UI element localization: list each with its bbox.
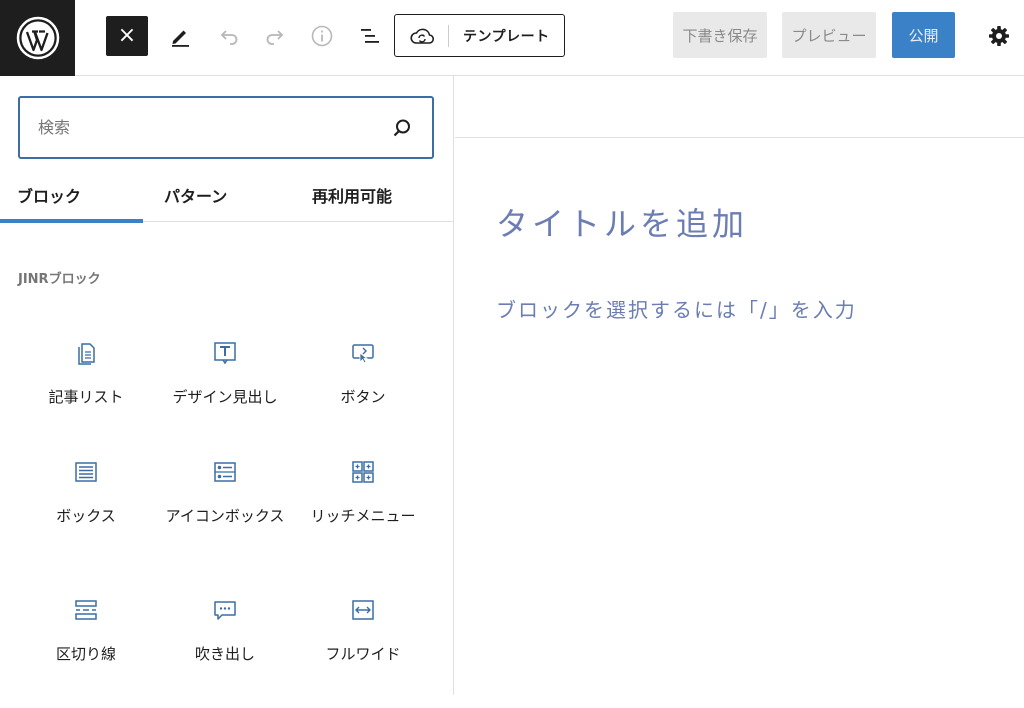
redo-icon (266, 30, 284, 45)
block-item-label: アイコンボックス (165, 507, 285, 525)
rich-menu-icon (351, 460, 375, 484)
block-item-speech-bubble[interactable]: 吹き出し (155, 598, 295, 708)
close-inserter-button[interactable]: × (106, 16, 148, 56)
search-icon (372, 117, 432, 139)
block-item-label: 吹き出し (194, 645, 255, 663)
block-inserter-panel: ブロック パターン 再利用可能 JINRブロック 記事リスト デザイン見出し (0, 76, 454, 695)
post-title-input[interactable]: タイトルを追加 (496, 199, 748, 245)
speech-bubble-icon (213, 598, 237, 622)
block-item-label: デザイン見出し (172, 388, 278, 406)
inserter-tabs: ブロック パターン 再利用可能 (0, 168, 453, 223)
undo-icon (220, 30, 238, 45)
tab-blocks[interactable]: ブロック (0, 168, 143, 223)
block-item-label: リッチメニュー (310, 507, 416, 525)
gear-icon (989, 26, 1009, 46)
editor-toolbar: × テンプレート 下書き保存 プレビュー 公開 (0, 0, 1024, 76)
block-item-label: 記事リスト (48, 388, 124, 406)
block-item-full-width[interactable]: フルワイド (293, 598, 433, 708)
block-item-box[interactable]: ボックス (16, 460, 156, 570)
block-item-label: ボタン (340, 388, 386, 406)
block-search-input[interactable] (20, 118, 372, 137)
full-width-icon (351, 598, 375, 622)
save-draft-button[interactable]: 下書き保存 (673, 12, 767, 58)
category-label: JINRブロック (18, 272, 101, 287)
close-icon: × (117, 23, 137, 48)
tools-button[interactable] (160, 16, 200, 56)
template-button[interactable]: テンプレート (394, 14, 565, 57)
block-item-label: 区切り線 (55, 645, 116, 663)
details-button[interactable] (302, 16, 342, 56)
block-appender[interactable]: ブロックを選択するには「/」を入力 (496, 294, 857, 323)
block-item-label: ボックス (56, 507, 116, 525)
icon-box-icon (213, 460, 237, 484)
block-item-rich-menu[interactable]: リッチメニュー (293, 460, 433, 570)
template-label: テンプレート (463, 28, 550, 45)
box-list-icon (74, 460, 98, 484)
publish-button[interactable]: 公開 (892, 12, 955, 58)
block-item-post-list[interactable]: 記事リスト (16, 341, 156, 451)
undo-button[interactable] (209, 16, 249, 56)
block-item-design-heading[interactable]: デザイン見出し (155, 341, 295, 451)
pencil-icon (172, 30, 189, 47)
wordpress-logo-icon[interactable] (0, 0, 75, 76)
settings-button[interactable] (979, 16, 1019, 56)
block-item-button[interactable]: ボタン (293, 341, 433, 451)
editor-canvas: タイトルを追加 ブロックを選択するには「/」を入力 (455, 76, 1024, 695)
list-view-icon (361, 29, 379, 43)
canvas-divider (455, 137, 1024, 138)
tab-reusable[interactable]: 再利用可能 (312, 168, 392, 222)
block-item-label: フルワイド (325, 645, 401, 663)
document-list-icon (75, 341, 97, 365)
tab-patterns[interactable]: パターン (164, 168, 227, 222)
divider-icon (74, 598, 98, 622)
block-item-divider[interactable]: 区切り線 (16, 598, 156, 708)
preview-button[interactable]: プレビュー (782, 12, 876, 58)
button-cursor-icon (351, 341, 375, 365)
redo-button[interactable] (255, 16, 295, 56)
list-view-button[interactable] (350, 16, 390, 56)
heading-icon (213, 341, 237, 365)
block-item-icon-box[interactable]: アイコンボックス (155, 460, 295, 570)
info-icon (311, 25, 333, 47)
cloud-sync-icon (395, 24, 449, 47)
search-box (18, 96, 434, 159)
